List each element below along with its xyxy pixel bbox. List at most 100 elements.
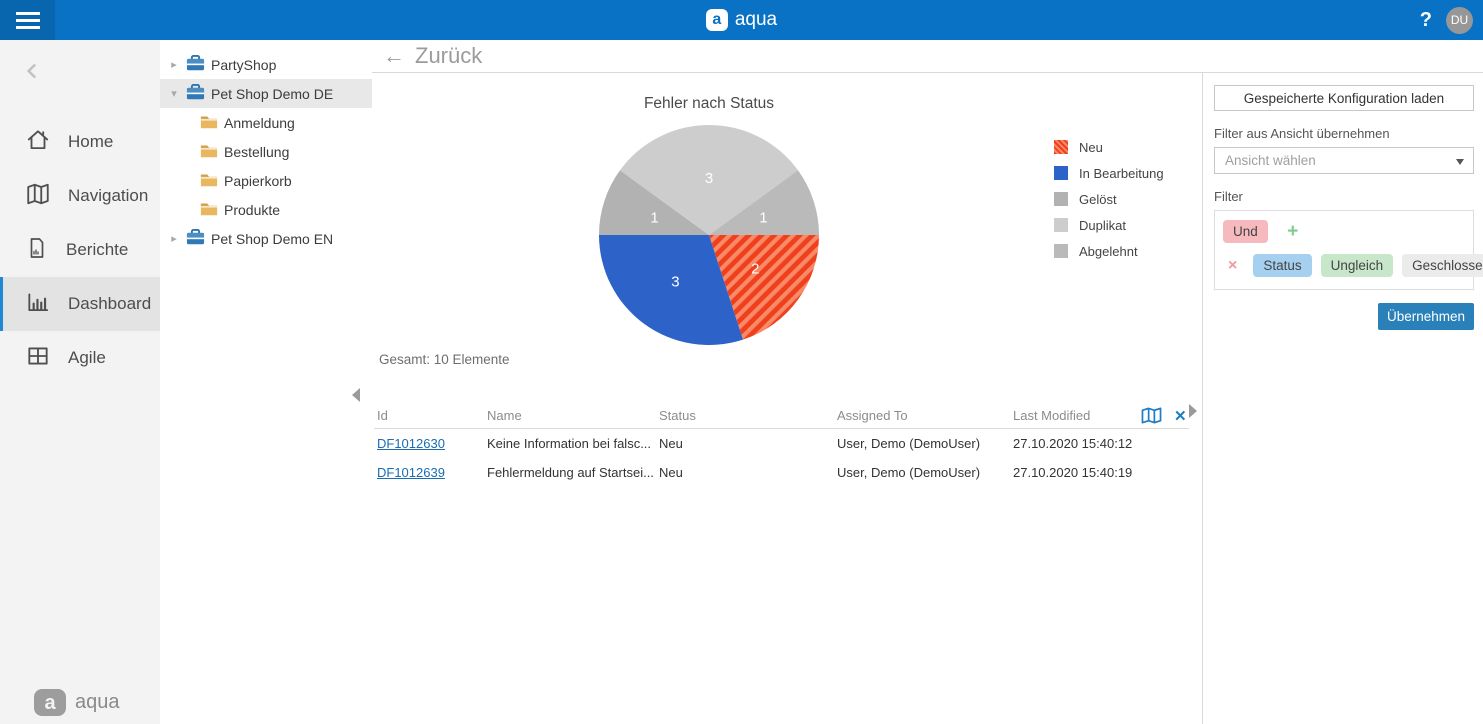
filter-builder: Und + × Status Ungleich Geschlossen xyxy=(1214,210,1483,290)
filter-value-chip[interactable]: Geschlossen xyxy=(1402,254,1483,277)
chevron-collapsed-icon[interactable]: ▸ xyxy=(168,232,180,245)
close-icon[interactable]: ✕ xyxy=(1174,407,1187,425)
folder-icon xyxy=(200,116,218,128)
tree-item-pet-shop-demo-en[interactable]: ▸ Pet Shop Demo EN xyxy=(160,224,372,253)
back-label: Zurück xyxy=(415,43,483,68)
sidebar-item-navigation[interactable]: Navigation xyxy=(0,169,160,223)
chevron-collapsed-icon[interactable]: ▸ xyxy=(168,58,180,71)
column-header-last-modified[interactable]: Last Modified xyxy=(1010,408,1140,423)
collapse-tree-handle[interactable] xyxy=(352,388,360,402)
home-icon xyxy=(25,127,51,158)
tree-item-bestellung[interactable]: Bestellung xyxy=(160,137,372,166)
sidebar-item-home[interactable]: Home xyxy=(0,115,160,169)
load-saved-configuration-button[interactable]: Gespeicherte Konfiguration laden xyxy=(1214,85,1474,111)
sidebar-item-label: Dashboard xyxy=(68,294,152,313)
map-icon[interactable] xyxy=(1140,406,1163,425)
hamburger-menu-icon[interactable] xyxy=(0,0,55,40)
remove-condition-icon[interactable]: × xyxy=(1228,257,1237,275)
tree-item-anmeldung[interactable]: Anmeldung xyxy=(160,108,372,137)
user-avatar[interactable]: DU xyxy=(1446,6,1473,34)
filter-from-view-label: Filter aus Ansicht übernehmen xyxy=(1214,126,1390,141)
tree-item-label: Anmeldung xyxy=(224,114,295,131)
help-icon[interactable]: ? xyxy=(1420,9,1432,32)
defects-table: Id Name Status Assigned To Last Modified ✕ DF… xyxy=(374,403,1189,487)
sidebar-item-label: Home xyxy=(68,132,114,151)
grid-icon xyxy=(25,343,51,374)
project-briefcase-icon xyxy=(186,55,205,71)
project-briefcase-icon xyxy=(186,84,205,100)
tree-item-pet-shop-demo-de[interactable]: ▾ Pet Shop Demo DE xyxy=(160,79,372,108)
legend-swatch-icon xyxy=(1054,192,1068,206)
folder-icon xyxy=(200,172,218,190)
column-header-assigned-to[interactable]: Assigned To xyxy=(834,408,1010,423)
app-logo: a aqua xyxy=(705,9,778,31)
sidebar-collapse-icon[interactable] xyxy=(20,58,160,89)
defect-status-cell: Neu xyxy=(659,436,683,451)
chevron-expanded-icon[interactable]: ▾ xyxy=(168,87,180,100)
collapse-right-panel-handle[interactable] xyxy=(1189,404,1197,418)
last-modified-cell: 27.10.2020 15:40:12 xyxy=(1013,436,1133,451)
project-briefcase-icon xyxy=(186,229,205,245)
report-icon xyxy=(25,235,49,266)
left-sidebar: Home Navigation Berichte Dashboard Agile a a… xyxy=(0,40,160,724)
tree-item-label: Produkte xyxy=(224,201,281,218)
sidebar-item-dashboard[interactable]: Dashboard xyxy=(0,277,160,331)
sidebar-item-berichte[interactable]: Berichte xyxy=(0,223,160,277)
chart-title: Fehler nach Status xyxy=(643,95,775,112)
tree-item-produkte[interactable]: Produkte xyxy=(160,195,372,224)
defect-id-link[interactable]: DF1012639 xyxy=(377,465,445,480)
tree-item-label: Bestellung xyxy=(224,143,290,160)
legend-label: Abgelehnt xyxy=(1079,243,1138,259)
sidebar-item-label: Agile xyxy=(68,348,106,367)
defect-status-cell: Neu xyxy=(659,465,683,480)
legend-item-gelöst: Gelöst xyxy=(1054,186,1164,212)
add-condition-icon[interactable]: + xyxy=(1287,221,1298,242)
legend-item-neu: Neu xyxy=(1054,134,1164,160)
legend-swatch-icon xyxy=(1054,244,1068,258)
chart-legend: Neu In Bearbeitung Gelöst Duplikat Abgelehnt xyxy=(1054,134,1164,264)
tree-item-papierkorb[interactable]: Papierkorb xyxy=(160,166,372,195)
column-header-id[interactable]: Id xyxy=(374,408,484,423)
assigned-to-cell: User, Demo (DemoUser) xyxy=(837,465,981,480)
legend-label: In Bearbeitung xyxy=(1079,165,1164,181)
app-name: aqua xyxy=(734,9,778,30)
filter-comparator-chip[interactable]: Ungleich xyxy=(1320,254,1394,277)
view-select-dropdown[interactable]: Ansicht wählen xyxy=(1214,147,1474,174)
last-modified-cell: 27.10.2020 15:40:19 xyxy=(1013,465,1133,480)
table-row: DF1012630 Keine Information bei falsc... N… xyxy=(374,429,1189,458)
folder-icon xyxy=(200,203,218,215)
filter-operator-chip[interactable]: Und xyxy=(1223,220,1268,243)
filter-panel: Gespeicherte Konfiguration laden Filter … xyxy=(1202,73,1483,724)
legend-item-abgelehnt: Abgelehnt xyxy=(1054,238,1164,264)
legend-swatch-icon xyxy=(1054,140,1068,154)
footer-logo-text: aqua xyxy=(75,691,120,713)
project-icon xyxy=(186,54,205,75)
aqua-logo-gray-icon: a xyxy=(34,689,66,716)
top-bar: a aqua ? DU xyxy=(0,0,1483,40)
legend-item-in-bearbeitung: In Bearbeitung xyxy=(1054,160,1164,186)
folder-icon xyxy=(200,201,218,219)
tree-item-label: PartyShop xyxy=(211,56,277,73)
defect-id-cell: DF1012630 xyxy=(374,436,484,451)
tree-item-label: Pet Shop Demo DE xyxy=(211,85,334,102)
legend-label: Duplikat xyxy=(1079,217,1126,233)
pie-chart: 2 3 1 3 1 xyxy=(599,124,819,345)
back-button[interactable]: ← Zurück xyxy=(372,40,1483,73)
filter-field-chip[interactable]: Status xyxy=(1253,254,1312,277)
sidebar-item-agile[interactable]: Agile xyxy=(0,331,160,385)
pie-slice-value: 2 xyxy=(751,261,759,278)
dashboard-widget: Fehler nach Status 2 3 1 3 1 Neu In Bearbeitu… xyxy=(372,73,1202,724)
column-header-status[interactable]: Status xyxy=(656,408,834,423)
tree-item-partyshop[interactable]: ▸ PartyShop xyxy=(160,50,372,79)
map-icon xyxy=(25,181,51,212)
column-header-name[interactable]: Name xyxy=(484,408,656,423)
chevron-left-icon xyxy=(26,63,37,79)
table-row: DF1012639 Fehlermeldung auf Startsei... Ne… xyxy=(374,458,1189,487)
filter-label: Filter xyxy=(1214,189,1243,204)
pie-slice-value: 1 xyxy=(759,209,767,226)
project-icon xyxy=(186,83,205,104)
defect-id-link[interactable]: DF1012630 xyxy=(377,436,445,451)
dashboard-icon xyxy=(25,289,51,320)
apply-button[interactable]: Übernehmen xyxy=(1377,303,1474,330)
back-arrow-icon: ← xyxy=(383,43,405,68)
